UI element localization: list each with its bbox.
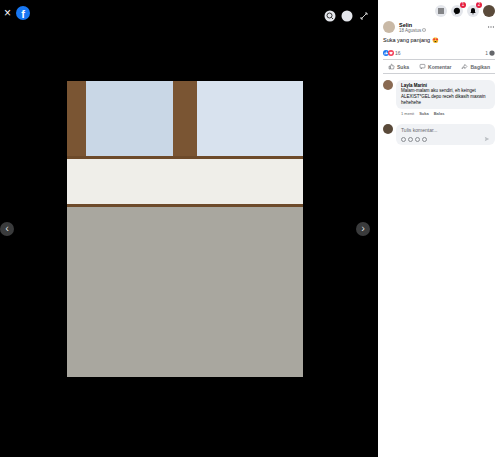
tag-icon[interactable] <box>341 10 353 22</box>
send-icon[interactable] <box>484 136 490 142</box>
close-button[interactable]: × <box>4 6 11 20</box>
camera-icon[interactable] <box>408 137 413 142</box>
menu-grid-icon[interactable] <box>435 5 447 17</box>
expand-icon[interactable] <box>358 10 370 22</box>
sticker-icon[interactable] <box>422 137 427 142</box>
emoji-icon[interactable] <box>401 137 406 142</box>
post-date[interactable]: 18 Agustus <box>399 28 483 33</box>
facebook-logo[interactable]: f <box>16 6 30 20</box>
comment-text: Malam-malam aku sendiri, eh keinget ALEX… <box>401 88 490 106</box>
author-name[interactable]: Selin <box>399 22 483 28</box>
share-icon <box>461 63 468 70</box>
comment: Layla MariniMalam-malam aku sendiri, eh … <box>383 74 495 118</box>
love-reaction-icon[interactable] <box>388 50 394 56</box>
next-button[interactable]: › <box>356 222 370 236</box>
composer-avatar <box>383 124 393 134</box>
comment-bubble: Layla MariniMalam-malam aku sendiri, eh … <box>396 80 495 109</box>
comment-action[interactable]: Balas <box>434 111 445 116</box>
comment-icon <box>419 63 426 70</box>
zoom-icon[interactable] <box>324 10 336 22</box>
post-actions: Suka Komentar Bagikan <box>383 60 495 74</box>
action-button[interactable]: Bagikan <box>461 63 489 70</box>
comment-time[interactable]: 1 menit <box>401 111 414 116</box>
reaction-summary: 16 1 <box>383 48 495 60</box>
comment-composer: Tulis komentar... <box>383 118 495 145</box>
viewer-topbar: ×f <box>0 0 378 22</box>
notifications-badge: 2 <box>476 2 482 8</box>
action-button[interactable]: Suka <box>388 63 409 70</box>
reaction-count[interactable]: 16 <box>395 50 401 56</box>
action-button[interactable]: Komentar <box>419 63 451 70</box>
photo-stage: ×f‹› <box>0 0 378 457</box>
globe-icon <box>422 28 426 32</box>
previous-button[interactable]: ‹ <box>0 222 14 236</box>
commenter-name[interactable]: Layla Marini <box>401 83 490 88</box>
post-caption: Suka yang panjang 😍 <box>383 33 495 48</box>
account-avatar[interactable] <box>483 5 495 17</box>
comment-bubble-icon <box>489 50 495 56</box>
comment-action[interactable]: Suka <box>419 111 429 116</box>
commenter-avatar[interactable] <box>383 80 393 90</box>
more-icon[interactable] <box>487 25 495 29</box>
photo-viewer: ×f‹›12Selin18 Agustus Suka yang panjang … <box>0 0 500 457</box>
post-header: Selin18 Agustus <box>383 21 495 33</box>
messenger-badge: 1 <box>460 2 466 8</box>
comment-input[interactable]: Tulis komentar... <box>396 124 495 145</box>
comment-count[interactable]: 1 <box>485 50 488 56</box>
thumb-icon <box>388 63 395 70</box>
photo <box>67 81 303 377</box>
account-header: 12 <box>383 0 495 21</box>
post-panel: 12Selin18 Agustus Suka yang panjang 😍161… <box>378 0 500 457</box>
gif-icon[interactable] <box>415 137 420 142</box>
author-avatar[interactable] <box>383 21 395 33</box>
